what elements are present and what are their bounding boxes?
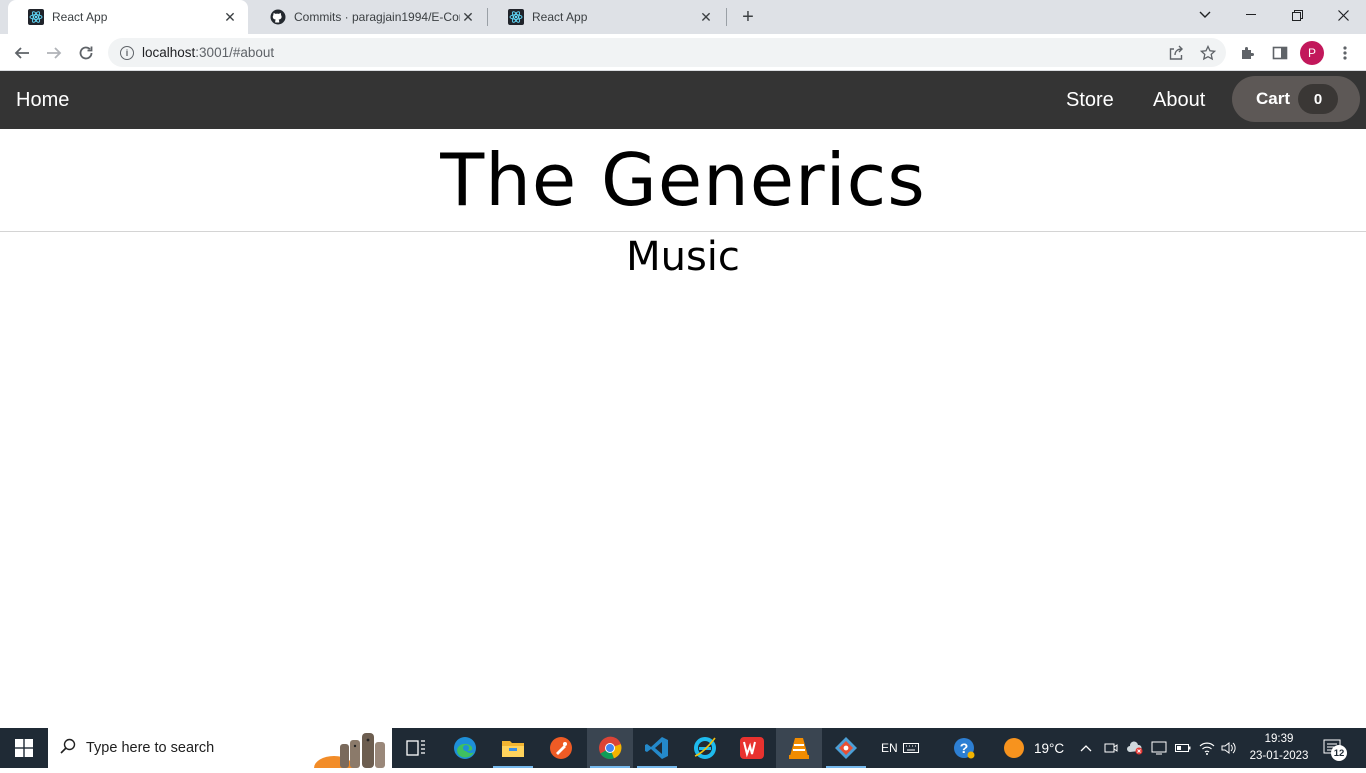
postman-icon[interactable] bbox=[538, 728, 584, 768]
browser-menu-icon[interactable] bbox=[1334, 42, 1356, 64]
tab-close-icon[interactable]: ✕ bbox=[222, 9, 238, 25]
browser-tab-react-app-1[interactable]: React App ✕ bbox=[8, 0, 248, 34]
restore-icon[interactable] bbox=[1274, 0, 1320, 30]
tray-chevron-up-icon[interactable] bbox=[1080, 728, 1092, 768]
search-placeholder: Type here to search bbox=[86, 740, 215, 756]
nav-home-link[interactable]: Home bbox=[16, 71, 69, 129]
bookmark-star-icon[interactable] bbox=[1197, 42, 1219, 64]
url-text: localhost:3001/#about bbox=[142, 45, 275, 60]
chrome-icon[interactable] bbox=[587, 728, 633, 768]
language-indicator[interactable]: EN bbox=[881, 728, 898, 768]
volume-speaker-icon[interactable] bbox=[1221, 728, 1237, 768]
tab-close-icon[interactable]: ✕ bbox=[698, 9, 714, 25]
file-explorer-icon[interactable] bbox=[490, 728, 536, 768]
share-icon[interactable] bbox=[1165, 42, 1187, 64]
hero-banner: The Generics bbox=[0, 129, 1366, 232]
minimize-icon[interactable] bbox=[1228, 0, 1274, 30]
site-navbar: Home Store About Cart 0 bbox=[0, 71, 1366, 129]
section-title: Music bbox=[626, 234, 740, 280]
clock-date: 23-01-2023 bbox=[1249, 750, 1309, 762]
wifi-icon[interactable] bbox=[1199, 728, 1215, 768]
browser-toolbar: i localhost:3001/#about P bbox=[0, 34, 1366, 71]
section-header: Music bbox=[0, 234, 1366, 280]
react-logo-icon bbox=[508, 9, 524, 25]
browser-tab-github-commits[interactable]: Commits · paragjain1994/E-Comm ✕ bbox=[250, 0, 486, 34]
windows-start-icon[interactable] bbox=[0, 728, 48, 768]
tab-title: Commits · paragjain1994/E-Comm bbox=[294, 10, 460, 24]
battery-icon[interactable] bbox=[1175, 728, 1191, 768]
nav-store-link[interactable]: Store bbox=[1066, 71, 1114, 129]
tab-search-chevron-icon[interactable] bbox=[1182, 0, 1228, 30]
tab-title: React App bbox=[532, 10, 588, 24]
system-monitor-icon[interactable] bbox=[1151, 728, 1167, 768]
react-logo-icon bbox=[28, 9, 44, 25]
search-icon bbox=[60, 738, 76, 759]
clock-time: 19:39 bbox=[1264, 733, 1294, 745]
task-view-icon[interactable] bbox=[393, 728, 439, 768]
internet-explorer-icon[interactable] bbox=[682, 728, 728, 768]
taskbar-clock[interactable]: 19:39 23-01-2023 bbox=[1244, 731, 1314, 765]
weather-sun-icon[interactable] bbox=[1003, 728, 1025, 768]
tab-close-icon[interactable]: ✕ bbox=[460, 9, 476, 25]
forward-arrow-icon[interactable] bbox=[40, 39, 68, 67]
close-window-icon[interactable] bbox=[1320, 0, 1366, 30]
reload-icon[interactable] bbox=[72, 39, 100, 67]
search-highlight-illustration bbox=[314, 730, 390, 773]
vscode-icon[interactable] bbox=[634, 728, 680, 768]
browser-tab-strip: React App ✕ Commits · paragjain1994/E-Co… bbox=[0, 0, 1366, 34]
site-info-icon[interactable]: i bbox=[120, 45, 134, 60]
onedrive-cloud-icon[interactable] bbox=[1126, 728, 1144, 768]
git-tool-icon[interactable] bbox=[823, 728, 869, 768]
cart-label: Cart bbox=[1256, 89, 1291, 108]
page-title: The Generics bbox=[440, 138, 926, 222]
wps-office-icon[interactable] bbox=[729, 728, 775, 768]
back-arrow-icon[interactable] bbox=[8, 39, 36, 67]
new-tab-plus-icon[interactable]: + bbox=[736, 6, 760, 28]
side-panel-icon[interactable] bbox=[1269, 42, 1291, 64]
windows-taskbar: Type here to search EN ? 19°C 19:39 23-0… bbox=[0, 728, 1366, 773]
cart-button[interactable]: Cart 0 bbox=[1232, 76, 1360, 122]
cart-count-badge: 0 bbox=[1298, 84, 1339, 114]
notification-center-icon[interactable]: 12 bbox=[1323, 728, 1347, 768]
meet-camera-icon[interactable] bbox=[1104, 728, 1118, 768]
keyboard-icon[interactable] bbox=[903, 728, 919, 768]
address-bar[interactable]: i localhost:3001/#about bbox=[108, 38, 1226, 67]
edge-browser-icon[interactable] bbox=[442, 728, 488, 768]
weather-temperature[interactable]: 19°C bbox=[1034, 728, 1064, 768]
taskbar-search-box[interactable]: Type here to search bbox=[48, 728, 392, 773]
vlc-icon[interactable] bbox=[776, 728, 822, 768]
notification-count-badge: 12 bbox=[1331, 745, 1347, 761]
browser-tab-react-app-2[interactable]: React App ✕ bbox=[488, 0, 724, 34]
tab-title: React App bbox=[52, 10, 108, 24]
github-icon bbox=[270, 9, 286, 25]
svg-text:?: ? bbox=[960, 740, 969, 756]
help-icon[interactable]: ? bbox=[952, 728, 976, 768]
profile-avatar[interactable]: P bbox=[1300, 41, 1324, 65]
tab-separator bbox=[726, 8, 727, 26]
nav-about-link[interactable]: About bbox=[1153, 71, 1205, 129]
extensions-puzzle-icon[interactable] bbox=[1237, 42, 1259, 64]
